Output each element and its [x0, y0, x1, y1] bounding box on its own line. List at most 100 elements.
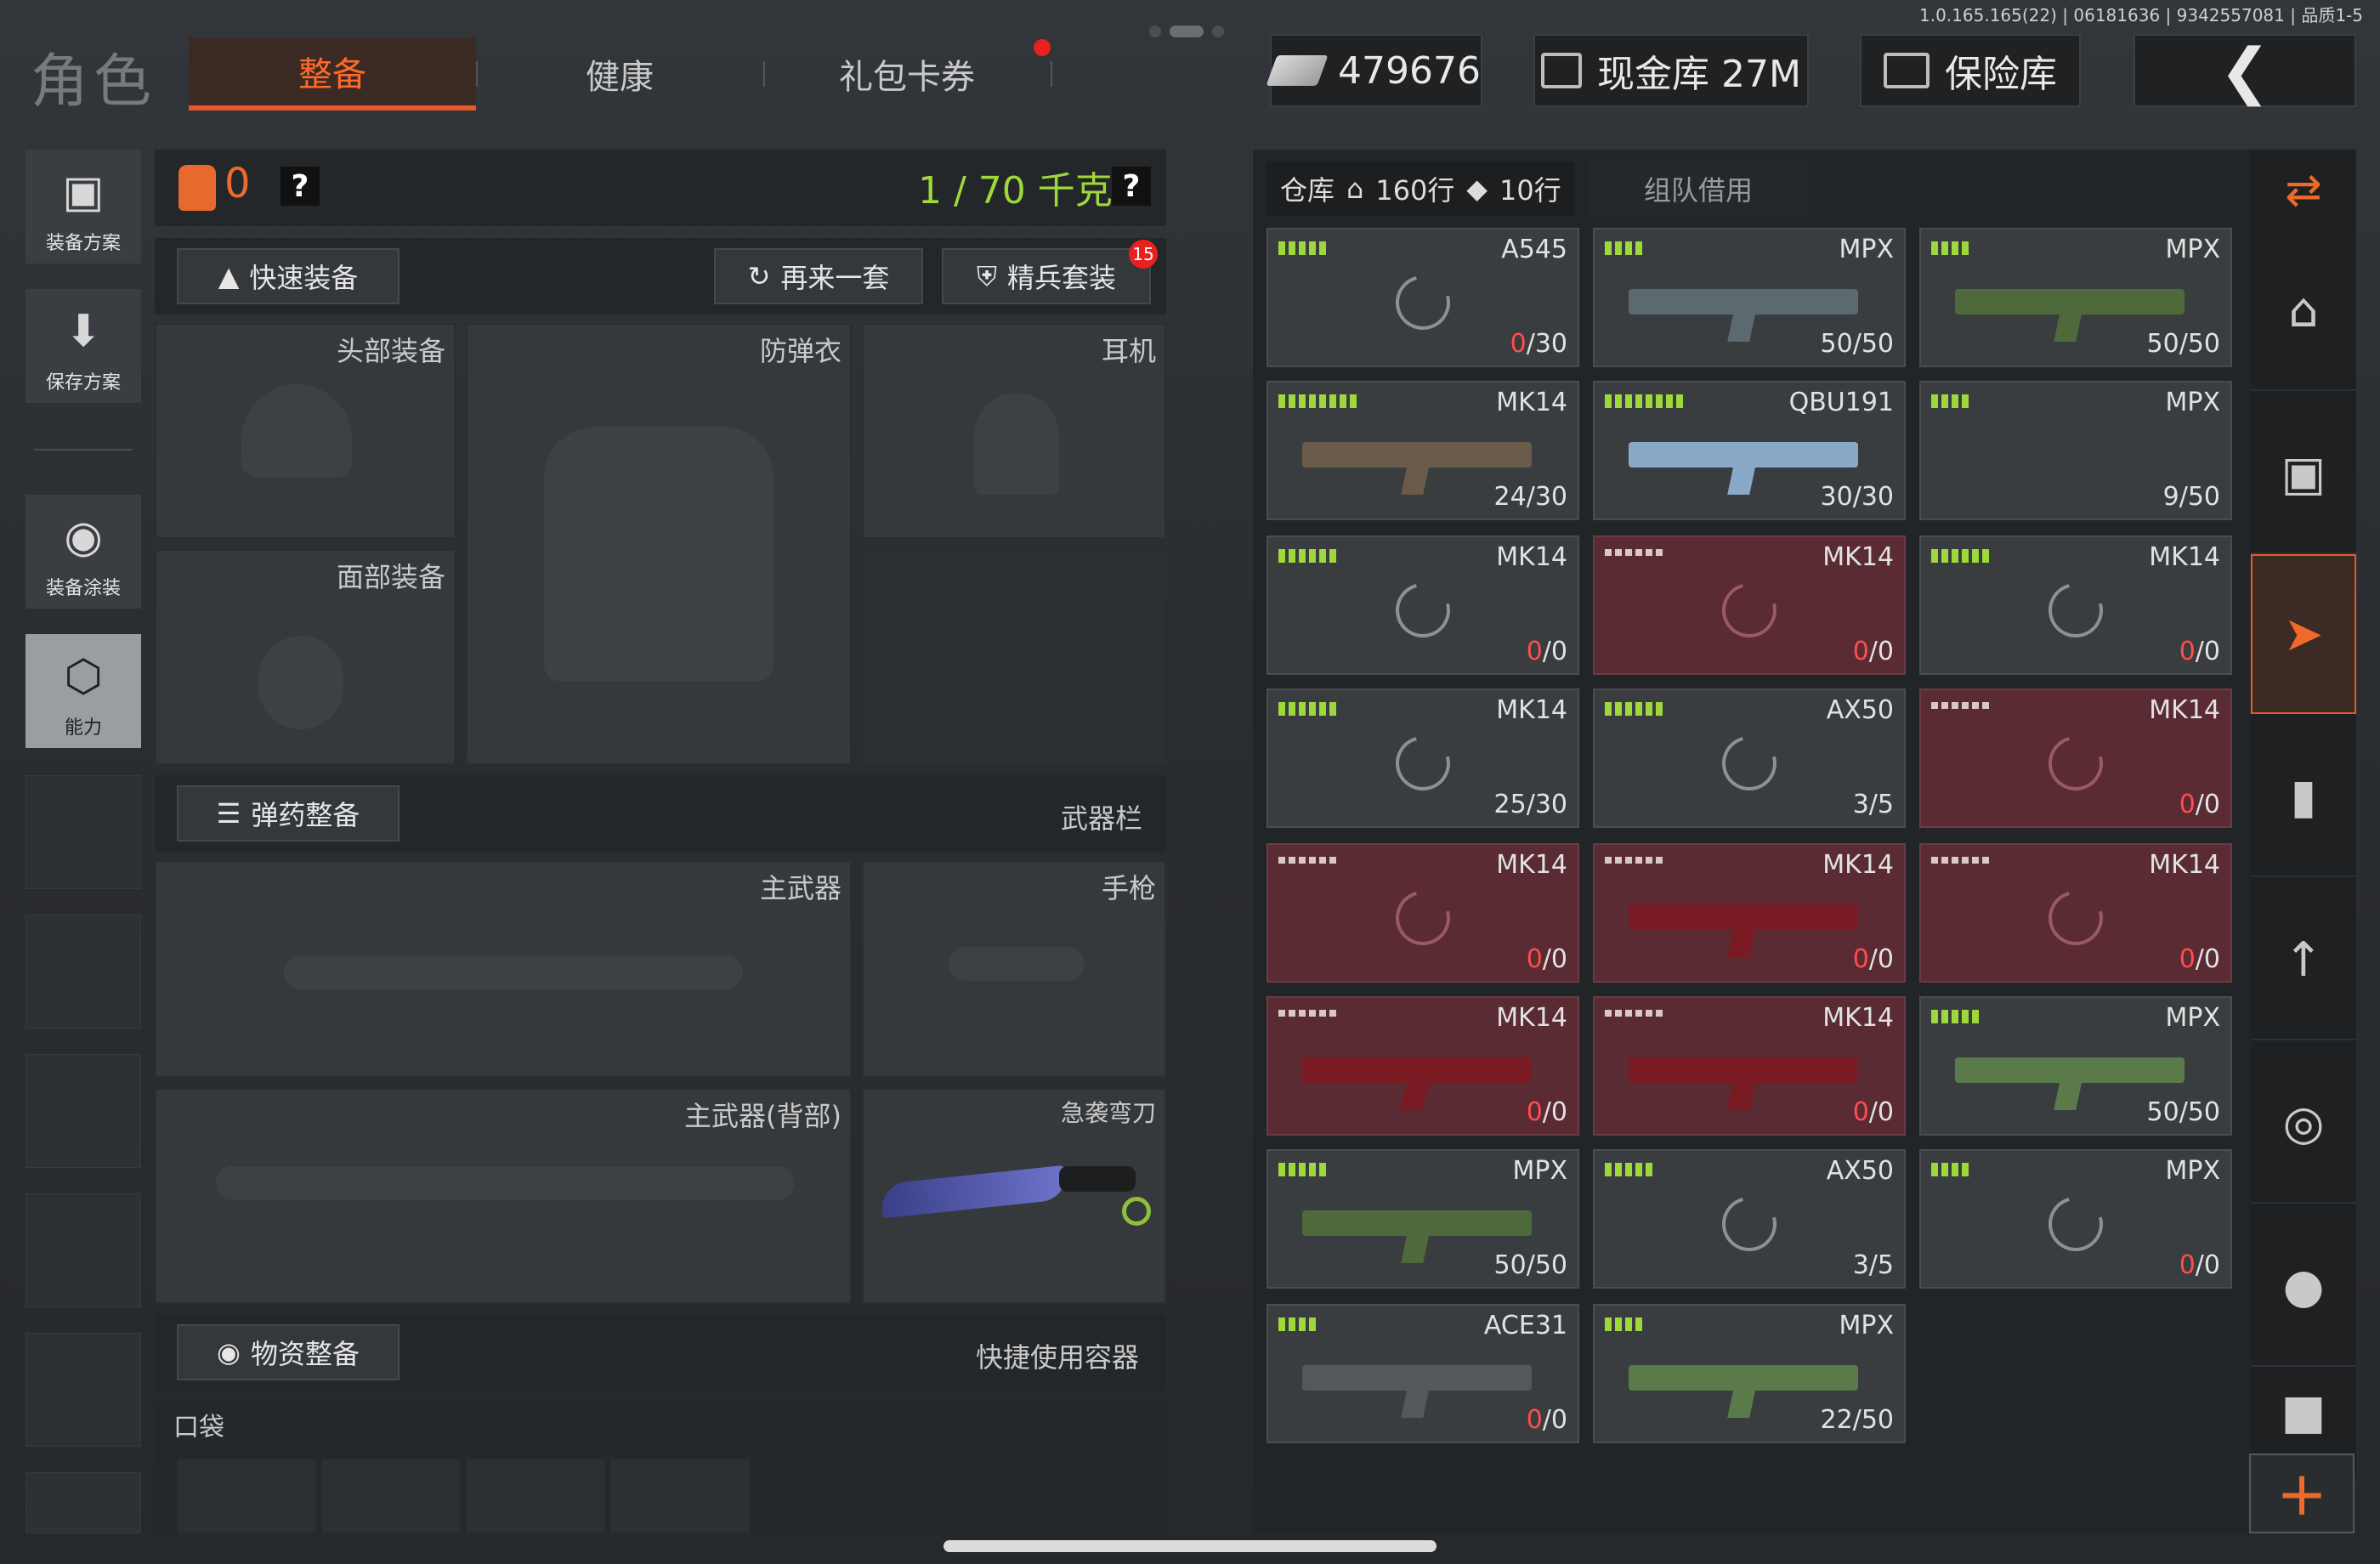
weapon-icon: [1955, 442, 2184, 468]
loading-spinner-icon: [2038, 881, 2113, 955]
warehouse-item[interactable]: MK14 24/30: [1266, 381, 1579, 520]
category-ammo[interactable]: ↑: [2251, 881, 2356, 1040]
item-name: MK14: [2149, 695, 2220, 725]
item-name: QBU191: [1788, 388, 1894, 417]
pocket-slot[interactable]: [321, 1459, 461, 1533]
warehouse-item[interactable]: QBU191 30/30: [1593, 381, 1906, 520]
team-borrow-tab[interactable]: 组队借用: [1588, 162, 1809, 216]
warehouse-tab[interactable]: 仓库 ⌂ 160行 ◆ 10行: [1266, 162, 1575, 216]
equipment-skin-button[interactable]: ◉ 装备涂装: [26, 495, 141, 609]
pistol-label: 手枪: [1101, 872, 1156, 904]
weapon-icon: [1302, 1365, 1532, 1391]
warehouse-item[interactable]: MPX 50/50: [1266, 1149, 1579, 1289]
item-name: MK14: [1496, 1003, 1567, 1033]
warehouse-item[interactable]: MK14 0/0: [1593, 996, 1906, 1136]
item-name: ACE31: [1483, 1311, 1567, 1340]
warehouse-item[interactable]: MK14 0/0: [1593, 843, 1906, 983]
ammo-count: 50/50: [1493, 1250, 1567, 1280]
head-gear-slot[interactable]: 头部装备: [155, 323, 456, 539]
sort-icon[interactable]: ⇄: [2251, 150, 2356, 231]
category-home[interactable]: ⌂: [2251, 231, 2356, 391]
melee-slot[interactable]: 急袭弯刀: [862, 1088, 1166, 1304]
add-button[interactable]: +: [2249, 1454, 2354, 1533]
category-attachments[interactable]: ◎: [2251, 1044, 2356, 1204]
shirt-icon: ▲: [218, 260, 240, 292]
category-more[interactable]: ■: [2251, 1370, 2356, 1454]
body-armor-label: 防弹衣: [759, 335, 842, 367]
back-weapon-label: 主武器(背部): [684, 1100, 842, 1132]
safe-box-button[interactable]: 保险库: [1860, 34, 2081, 107]
magazine-icon: ▮: [2290, 768, 2317, 824]
ammo-count: 50/50: [2146, 1097, 2220, 1127]
warehouse-item[interactable]: MPX 22/50: [1593, 1304, 1906, 1443]
face-gear-label: 面部装备: [336, 561, 445, 593]
warehouse-item[interactable]: MPX 50/50: [1919, 228, 2232, 367]
tab-health[interactable]: 健康: [476, 37, 763, 110]
elite-set-button[interactable]: ⛨ 精兵套装: [942, 248, 1151, 304]
ammo-prep-button[interactable]: ☰ 弹药整备: [177, 785, 400, 842]
ammo-max: 30: [1534, 329, 1567, 359]
warehouse-item[interactable]: AX50 3/5: [1593, 688, 1906, 828]
primary-weapon-slot[interactable]: 主武器: [155, 860, 852, 1078]
ability-label: 能力: [64, 717, 102, 739]
warehouse-item[interactable]: MK14 0/0: [1266, 843, 1579, 983]
help-icon[interactable]: ?: [1112, 167, 1151, 206]
help-icon[interactable]: ?: [280, 167, 320, 206]
warehouse-item[interactable]: ACE31 0/0: [1266, 1304, 1579, 1443]
category-magazine[interactable]: ▮: [2251, 717, 2356, 877]
category-armor[interactable]: ▣: [2251, 394, 2356, 554]
medkit-icon: ◉: [217, 1336, 241, 1368]
tab-gift-cards[interactable]: 礼包卡券: [763, 37, 1051, 110]
warehouse-item[interactable]: MPX 0/0: [1919, 1149, 2232, 1289]
empty-sidebar-slot: [26, 915, 141, 1028]
pocket-slot[interactable]: [610, 1459, 750, 1533]
tab-equip[interactable]: 整备: [189, 37, 476, 110]
warehouse-item[interactable]: MPX 9/50: [1919, 381, 2232, 520]
cash-vault-button[interactable]: 现金库 27M: [1533, 34, 1809, 107]
supply-prep-button[interactable]: ◉ 物资整备: [177, 1324, 400, 1380]
durability-bars: [1605, 702, 1663, 716]
ability-button[interactable]: ⬡ 能力: [26, 634, 141, 748]
ammo-current: 0: [1852, 1097, 1869, 1127]
warehouse-item[interactable]: MK14 0/0: [1593, 536, 1906, 675]
earphone-slot[interactable]: 耳机: [862, 323, 1166, 539]
warehouse-item[interactable]: MK14 25/30: [1266, 688, 1579, 828]
warehouse-item[interactable]: A545 0/30: [1266, 228, 1579, 367]
back-weapon-slot[interactable]: 主武器(背部): [155, 1088, 852, 1304]
pocket-slot[interactable]: [177, 1459, 316, 1533]
another-set-label: 再来一套: [780, 262, 890, 294]
quick-equip-button[interactable]: ▲ 快速装备: [177, 248, 400, 304]
warehouse-item[interactable]: MK14 0/0: [1266, 996, 1579, 1136]
warehouse-item[interactable]: MPX 50/50: [1593, 228, 1906, 367]
warehouse-item[interactable]: MPX 50/50: [1919, 996, 2232, 1136]
body-armor-slot[interactable]: 防弹衣: [466, 323, 852, 765]
warehouse-item[interactable]: MK14 0/0: [1919, 843, 2232, 983]
warehouse-item[interactable]: MK14 0/0: [1919, 688, 2232, 828]
durability-bars: [1931, 1010, 1979, 1023]
backpack-icon: [178, 165, 216, 211]
ammo-count: 25/30: [1493, 790, 1567, 819]
helmet-icon: ◉: [64, 512, 103, 563]
ammo-current: 25: [1493, 790, 1527, 819]
ammo-max: 5: [1877, 1250, 1894, 1280]
equipment-skin-label: 装备涂装: [45, 578, 121, 599]
ammo-max: 0: [2203, 944, 2220, 974]
ammo-count: 3/5: [1852, 790, 1894, 819]
another-set-button[interactable]: ↻ 再来一套: [714, 248, 923, 304]
save-plan-button[interactable]: ⬇ 保存方案: [26, 289, 141, 403]
pistol-slot[interactable]: 手枪: [862, 860, 1166, 1078]
face-gear-slot[interactable]: 面部装备: [155, 549, 456, 765]
ammo-max: 0: [1877, 1097, 1894, 1127]
elite-set-badge: 15: [1129, 240, 1158, 269]
primary-weapon-label: 主武器: [759, 872, 842, 904]
loadout-plan-button[interactable]: ▣ 装备方案: [26, 150, 141, 264]
ammo-current: 9: [2162, 482, 2179, 512]
pocket-slot[interactable]: [466, 1459, 605, 1533]
warehouse-item[interactable]: MK14 0/0: [1919, 536, 2232, 675]
warehouse-item[interactable]: MK14 0/0: [1266, 536, 1579, 675]
category-weapons[interactable]: ➤: [2251, 554, 2356, 714]
category-grenade[interactable]: ●: [2251, 1207, 2356, 1367]
back-button[interactable]: ❮: [2134, 34, 2356, 107]
warehouse-item[interactable]: AX50 3/5: [1593, 1149, 1906, 1289]
scope-icon: ◎: [2282, 1095, 2325, 1151]
